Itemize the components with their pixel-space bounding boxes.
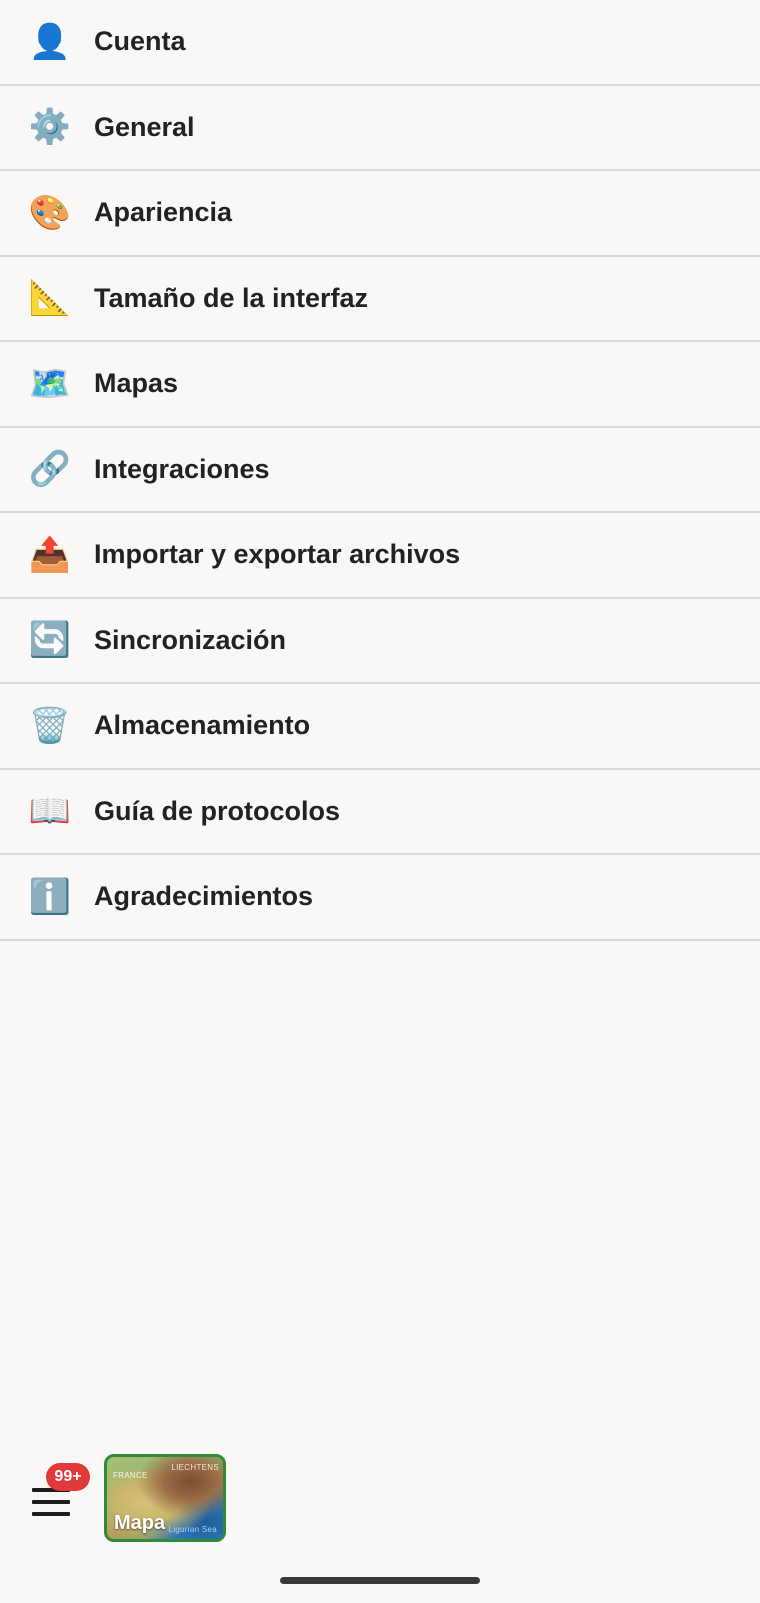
trash-icon: 🗑️ xyxy=(28,706,72,745)
settings-item-label: Sincronización xyxy=(94,624,287,655)
map-region-label: LIECHTENS xyxy=(171,1463,219,1472)
settings-item-tamaño-de-la-interfaz[interactable]: 📐 Tamaño de la interfaz xyxy=(0,257,760,342)
user-icon: 👤 xyxy=(28,22,72,61)
map-icon: 🗺️ xyxy=(28,364,72,403)
settings-item-apariencia[interactable]: 🎨 Apariencia xyxy=(0,171,760,257)
outbox-icon: 📤 xyxy=(28,535,72,574)
settings-item-label: Cuenta xyxy=(94,26,186,57)
notification-badge: 99+ xyxy=(46,1463,90,1491)
settings-item-integraciones[interactable]: 🔗 Integraciones xyxy=(0,428,760,513)
settings-item-label: Apariencia xyxy=(94,197,233,228)
book-icon: 📖 xyxy=(28,792,72,831)
info-icon: ℹ️ xyxy=(28,877,72,916)
settings-item-guía-de-protocolos[interactable]: 📖 Guía de protocolos xyxy=(0,770,760,855)
map-region-label: Ligurian Sea xyxy=(168,1525,217,1534)
settings-list: 👤 Cuenta ⚙️ General 🎨 Apariencia 📐 Tamaño de la… xyxy=(0,0,760,941)
sync-icon: 🔄 xyxy=(28,621,72,660)
settings-item-label: Importar y exportar archivos xyxy=(94,539,461,570)
ruler-icon: 📐 xyxy=(28,279,72,318)
home-indicator[interactable] xyxy=(280,1577,480,1584)
settings-item-general[interactable]: ⚙️ General xyxy=(0,86,760,171)
map-region-label: FRANCE xyxy=(113,1471,148,1480)
map-tile-label: Mapa xyxy=(114,1512,166,1534)
settings-item-label: Guía de protocolos xyxy=(94,795,341,826)
settings-item-mapas[interactable]: 🗺️ Mapas xyxy=(0,342,760,428)
map-tile-button[interactable]: FRANCE LIECHTENS Ligurian Sea Mapa xyxy=(104,1454,226,1542)
settings-item-importar-y-exportar-archivos[interactable]: 📤 Importar y exportar archivos xyxy=(0,513,760,599)
link-icon: 🔗 xyxy=(28,450,72,489)
palette-icon: 🎨 xyxy=(28,193,72,232)
settings-item-label: General xyxy=(94,111,195,142)
settings-item-cuenta[interactable]: 👤 Cuenta xyxy=(0,0,760,86)
settings-item-almacenamiento[interactable]: 🗑️ Almacenamiento xyxy=(0,684,760,770)
gear-icon: ⚙️ xyxy=(28,108,72,147)
settings-item-label: Agradecimientos xyxy=(94,881,314,912)
settings-item-label: Almacenamiento xyxy=(94,710,311,741)
bottom-bar: 99+ FRANCE LIECHTENS Ligurian Sea Mapa xyxy=(0,1450,760,1550)
settings-page: 👤 Cuenta ⚙️ General 🎨 Apariencia 📐 Tamaño de la… xyxy=(0,0,760,1603)
settings-item-sincronización[interactable]: 🔄 Sincronización xyxy=(0,599,760,684)
hamburger-icon xyxy=(32,1488,70,1516)
settings-item-label: Tamaño de la interfaz xyxy=(94,282,369,313)
settings-item-agradecimientos[interactable]: ℹ️ Agradecimientos xyxy=(0,855,760,941)
settings-item-label: Integraciones xyxy=(94,453,270,484)
settings-item-label: Mapas xyxy=(94,368,179,399)
